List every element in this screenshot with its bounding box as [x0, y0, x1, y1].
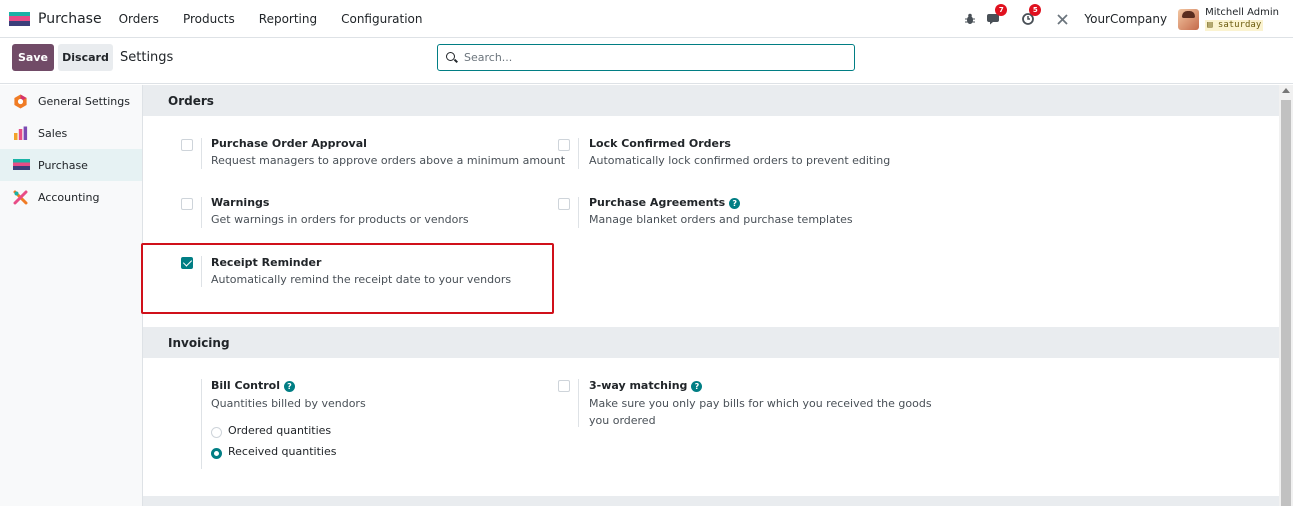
- help-icon[interactable]: ?: [691, 381, 703, 392]
- warnings-desc: Get warnings in orders for products or v…: [211, 213, 469, 226]
- activities-badge: 5: [1029, 4, 1042, 16]
- sidebar-item-general-settings[interactable]: General Settings: [0, 85, 142, 117]
- setting-divider: [201, 197, 202, 228]
- purchase-agreements-checkbox[interactable]: [558, 198, 570, 210]
- setting-divider: [578, 138, 579, 169]
- setting-divider: [578, 379, 579, 427]
- accounting-icon: [13, 190, 28, 205]
- database-name: ▤ saturday: [1205, 20, 1264, 31]
- ordered-quantities-label[interactable]: Ordered quantities: [228, 424, 331, 437]
- messages-badge: 7: [995, 4, 1008, 16]
- setting-divider: [201, 138, 202, 169]
- search-input[interactable]: [464, 51, 844, 64]
- systray: 7 5 YourCompany Mitchell Admin ▤ saturda…: [962, 0, 1293, 38]
- scrollbar-thumb[interactable]: [1281, 100, 1291, 506]
- sidebar-item-sales[interactable]: Sales: [0, 117, 142, 149]
- menu-configuration[interactable]: Configuration: [341, 12, 422, 26]
- company-switcher[interactable]: YourCompany: [1084, 12, 1167, 26]
- section-orders-heading: Orders: [143, 85, 1279, 116]
- bug-icon[interactable]: [962, 11, 978, 27]
- received-quantities-radio[interactable]: [211, 448, 222, 459]
- main-menu: Orders Products Reporting Configuration: [119, 12, 447, 26]
- received-quantities-label[interactable]: Received quantities: [228, 445, 336, 458]
- sidebar-item-label: Accounting: [38, 190, 100, 204]
- save-button[interactable]: Save: [12, 44, 54, 71]
- lock-confirmed-orders-desc: Automatically lock confirmed orders to p…: [589, 154, 891, 167]
- setting-divider: [201, 379, 202, 469]
- ordered-quantities-radio[interactable]: [211, 427, 222, 438]
- three-way-matching-title: 3-way matching?: [589, 379, 703, 392]
- purchase-order-approval-checkbox[interactable]: [181, 139, 193, 151]
- menu-products[interactable]: Products: [183, 12, 235, 26]
- search-icon: [446, 51, 458, 64]
- sidebar-item-accounting[interactable]: Accounting: [0, 181, 142, 213]
- warnings-checkbox[interactable]: [181, 198, 193, 210]
- purchase-agreements-title: Purchase Agreements?: [589, 196, 741, 209]
- database-icon: ▤: [1207, 20, 1218, 30]
- user-menu[interactable]: Mitchell Admin ▤ saturday: [1205, 7, 1279, 31]
- next-section-heading: [143, 496, 1279, 506]
- purchase-order-approval-desc: Request managers to approve orders above…: [211, 154, 566, 167]
- activities-icon[interactable]: 5: [1020, 4, 1042, 27]
- purchase-agreements-desc: Manage blanket orders and purchase templ…: [589, 213, 853, 226]
- three-way-matching-desc-line1: Make sure you only pay bills for which y…: [589, 397, 932, 410]
- three-way-matching-checkbox[interactable]: [558, 380, 570, 392]
- app-name[interactable]: Purchase: [38, 11, 102, 27]
- receipt-reminder-title: Receipt Reminder: [211, 256, 322, 269]
- breadcrumb: Settings: [120, 50, 174, 65]
- search-bar[interactable]: [437, 44, 855, 71]
- user-name: Mitchell Admin: [1205, 7, 1279, 18]
- discard-button[interactable]: Discard: [58, 44, 113, 71]
- tools-icon[interactable]: [1054, 11, 1070, 27]
- sales-icon: [13, 126, 28, 141]
- section-invoicing-heading: Invoicing: [143, 327, 1279, 358]
- receipt-reminder-desc: Automatically remind the receipt date to…: [211, 273, 512, 286]
- lock-confirmed-orders-checkbox[interactable]: [558, 139, 570, 151]
- settings-content: Orders Purchase Order Approval Request m…: [143, 85, 1279, 506]
- bill-control-desc: Quantities billed by vendors: [211, 397, 366, 410]
- sidebar-item-label: Sales: [38, 126, 68, 140]
- menu-reporting[interactable]: Reporting: [259, 12, 317, 26]
- top-navbar: Purchase Orders Products Reporting Confi…: [0, 0, 1293, 38]
- setting-divider: [578, 197, 579, 228]
- bill-control-title: Bill Control?: [211, 379, 295, 392]
- sidebar-item-label: Purchase: [38, 158, 88, 172]
- sidebar-item-label: General Settings: [38, 94, 130, 108]
- purchase-app-icon[interactable]: [9, 11, 30, 26]
- purchase-order-approval-title: Purchase Order Approval: [211, 137, 367, 150]
- three-way-matching-desc-line2: you ordered: [589, 414, 656, 427]
- help-icon[interactable]: ?: [284, 381, 295, 392]
- user-avatar[interactable]: [1178, 8, 1200, 30]
- messages-icon[interactable]: 7: [986, 4, 1008, 27]
- sidebar-item-purchase[interactable]: Purchase: [0, 149, 142, 181]
- scroll-up-arrow-icon[interactable]: [1282, 88, 1290, 93]
- receipt-reminder-checkbox[interactable]: [181, 257, 193, 269]
- general-settings-icon: [13, 94, 28, 109]
- lock-confirmed-orders-title: Lock Confirmed Orders: [589, 137, 731, 150]
- help-icon[interactable]: ?: [729, 198, 741, 209]
- settings-sidebar: General Settings Sales Purchase Accounti…: [0, 85, 143, 506]
- purchase-icon: [13, 158, 30, 173]
- warnings-title: Warnings: [211, 196, 270, 209]
- menu-orders[interactable]: Orders: [119, 12, 159, 26]
- setting-divider: [201, 256, 202, 287]
- control-panel: Save Discard Settings: [0, 38, 1293, 84]
